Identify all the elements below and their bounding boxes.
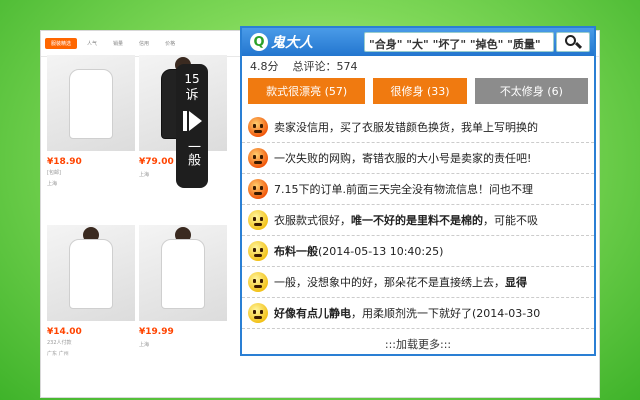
neutral-face-icon [248,241,268,261]
angry-face-icon [248,117,268,137]
product-meta: 232人付款 [47,340,72,346]
rating-score: 4.8分 [250,60,279,73]
product-location: 上海 [47,181,58,187]
review-text: 卖家没信用，买了衣服发错颜色换货，我单上写明换的 [274,121,538,134]
nav-item-sales[interactable]: 销量 [107,38,129,49]
logo-text: 鬼大人 [271,35,313,51]
review-text: 布料一般(2014-05-13 10:40:25) [274,245,444,258]
nav-item-featured[interactable]: 服装精选 [45,38,78,49]
product-image[interactable] [47,225,135,321]
review-count: 15 [184,72,200,86]
tag-not-slim-fit[interactable]: 不太修身 (6) [474,78,588,104]
angry-face-icon [248,148,268,168]
review-item[interactable]: 卖家没信用，买了衣服发错颜色换货，我单上写明换的 [242,112,594,143]
review-item[interactable]: 7.15下的订单.前面三天完全没有物流信息！问也不理 [242,174,594,205]
review-item[interactable]: 布料一般(2014-05-13 10:40:25) [242,236,594,267]
review-text: 衣服款式很好，唯一不好的是里料不是棉的，可能不吸 [274,214,538,227]
keyword-search-input[interactable]: "合身" "大" "坏了" "掉色" "质量" [364,32,554,52]
product-price: ¥14.00 [47,327,82,337]
total-reviews: 总评论：574 [292,60,358,73]
search-icon [562,33,584,51]
product-meta: [包邮] [47,170,61,176]
load-more-link[interactable]: :::加载更多::: [242,336,594,352]
neutral-face-icon [248,303,268,323]
review-item[interactable]: 衣服款式很好，唯一不好的是里料不是棉的，可能不吸 [242,205,594,236]
review-tags: 款式很漂亮 (57) 很修身 (33) 不太修身 (6) [242,76,594,104]
review-text: 一般，没想象中的好，那朵花不是直接绣上去，显得 [274,276,527,289]
nav-item-price[interactable]: 价格 [159,38,181,49]
review-text: 一次失败的网购，寄错衣服的大小号是卖家的责任吧! [274,152,532,165]
tag-stylish[interactable]: 款式很漂亮 (57) [248,78,366,104]
product-price: ¥18.90 [47,157,82,167]
angry-face-icon [248,179,268,199]
product-location: 上海 [139,342,150,348]
review-text: 7.15下的订单.前面三天完全没有物流信息！问也不理 [274,183,533,196]
play-arrow-icon[interactable] [181,110,203,132]
neutral-face-icon [248,210,268,230]
logo-icon: Q [250,33,268,51]
side-tab-label-top: 诉 [185,88,199,103]
review-side-tab[interactable]: 15 诉 一般 [176,64,208,188]
popup-header: Q 鬼大人 "合身" "大" "坏了" "掉色" "质量" [242,28,594,56]
side-tab-label-bottom: 一般 [185,140,200,166]
nav-item-credit[interactable]: 信用 [133,38,155,49]
product-image[interactable] [47,55,135,151]
product-card[interactable]: ¥19.99 上海 [139,225,227,348]
product-card[interactable]: ¥14.00 232人付款 广东 广州 [47,225,135,357]
rating-row: 4.8分 总评论：574 [242,56,594,76]
product-card[interactable]: ¥18.90 [包邮] 上海 [47,55,135,187]
tag-slim-fit[interactable]: 很修身 (33) [373,78,467,104]
nav-item-popular[interactable]: 人气 [81,38,103,49]
review-item[interactable]: 一次失败的网购，寄错衣服的大小号是卖家的责任吧! [242,143,594,174]
product-image[interactable] [139,225,227,321]
review-item[interactable]: 好像有点儿静电，用柔顺剂洗一下就好了(2014-03-30 [242,298,594,329]
search-button[interactable] [556,32,590,52]
review-popup: Q 鬼大人 "合身" "大" "坏了" "掉色" "质量" 4.8分 总评论：5… [240,26,596,356]
review-item[interactable]: 一般，没想象中的好，那朵花不是直接绣上去，显得 [242,267,594,298]
review-text: 好像有点儿静电，用柔顺剂洗一下就好了(2014-03-30 [274,307,541,320]
product-price: ¥19.99 [139,327,174,337]
product-location: 广东 广州 [47,351,69,357]
review-list[interactable]: 卖家没信用，买了衣服发错颜色换货，我单上写明换的 一次失败的网购，寄错衣服的大小… [242,112,594,334]
neutral-face-icon [248,272,268,292]
